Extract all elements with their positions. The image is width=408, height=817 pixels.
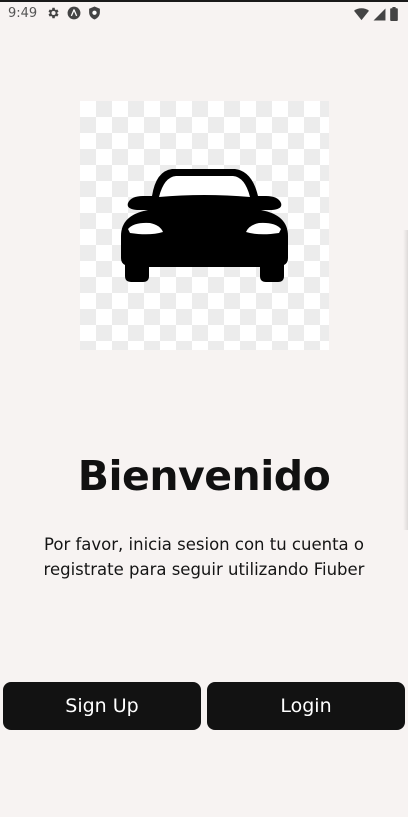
login-button[interactable]: Login — [207, 682, 405, 730]
status-left-icons — [46, 6, 101, 20]
accessibility-icon — [67, 6, 81, 20]
welcome-title: Bienvenido — [77, 452, 331, 500]
wifi-icon — [354, 7, 369, 21]
status-right-icons — [354, 7, 398, 21]
signal-icon — [373, 8, 386, 21]
car-icon — [121, 169, 288, 282]
sign-up-button[interactable]: Sign Up — [3, 682, 201, 730]
battery-icon — [390, 7, 398, 21]
settings-icon — [46, 6, 60, 20]
status-time: 9:49 — [8, 6, 38, 21]
status-bar: 9:49 — [0, 2, 408, 26]
app-logo — [80, 101, 329, 350]
shield-icon — [88, 6, 101, 20]
welcome-message: Por favor, inicia sesion con tu cuenta o… — [43, 535, 365, 579]
